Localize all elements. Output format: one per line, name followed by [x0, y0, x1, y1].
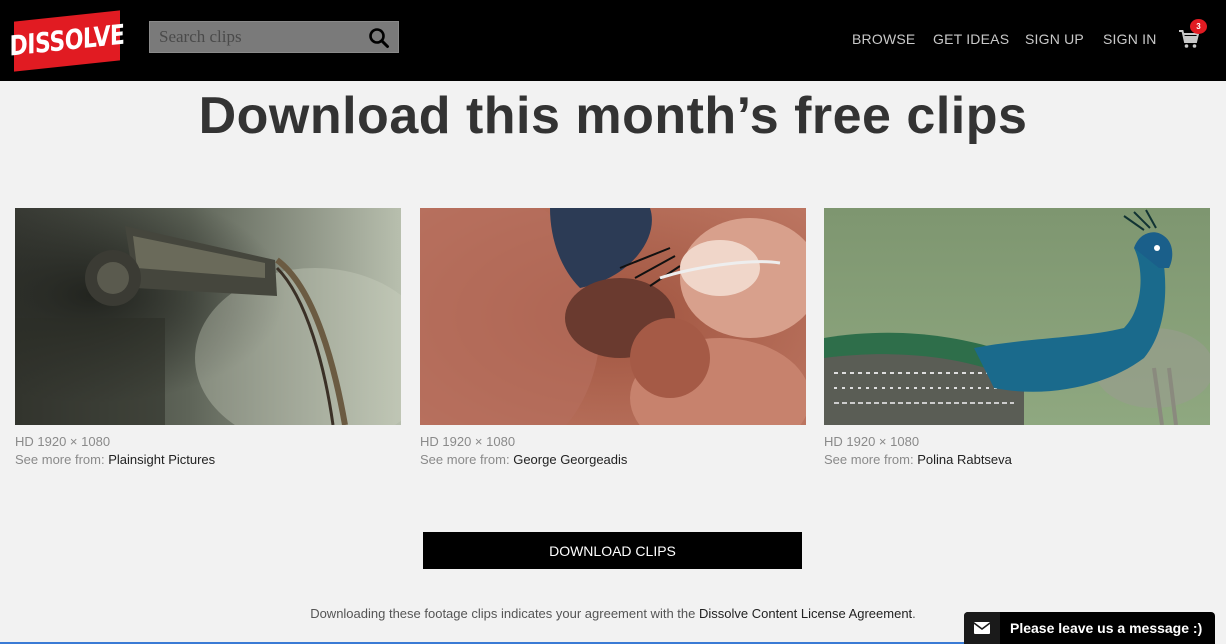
see-more-label: See more from:	[824, 452, 914, 467]
clip-source: See more from: Plainsight Pictures	[15, 451, 401, 469]
nav-sign-up[interactable]: SIGN UP	[1025, 31, 1084, 47]
envelope-icon	[964, 612, 1000, 644]
cart-count-badge: 3	[1190, 19, 1207, 34]
clip-card: HD 1920 × 1080 See more from: Plainsight…	[15, 208, 401, 469]
clip-source: See more from: Polina Rabtseva	[824, 451, 1210, 469]
nav-sign-in[interactable]: SIGN IN	[1103, 31, 1157, 47]
clip-author-link[interactable]: Plainsight Pictures	[108, 452, 215, 467]
page-title: Download this month’s free clips	[198, 87, 1028, 145]
chat-widget[interactable]: Please leave us a message :)	[964, 612, 1215, 644]
clip-card: HD 1920 × 1080 See more from: George Geo…	[420, 208, 806, 469]
site-header: DISSOLVE BROWSE GET IDEAS SIGN UP SIGN I…	[0, 0, 1226, 81]
dissolve-logo[interactable]: DISSOLVE	[10, 10, 124, 72]
search-box	[149, 21, 399, 53]
clip-author-link[interactable]: Polina Rabtseva	[917, 452, 1012, 467]
download-clips-button[interactable]: DOWNLOAD CLIPS	[423, 532, 802, 569]
clip-author-link[interactable]: George Georgeadis	[513, 452, 627, 467]
chat-label: Please leave us a message :)	[1010, 620, 1203, 636]
search-icon[interactable]	[368, 27, 390, 49]
clip-thumbnail[interactable]	[15, 208, 401, 425]
nav-get-ideas[interactable]: GET IDEAS	[933, 31, 1009, 47]
license-agreement-link[interactable]: Dissolve Content License Agreement	[699, 606, 912, 621]
license-notice-text: Downloading these footage clips indicate…	[310, 606, 699, 621]
clip-resolution: HD 1920 × 1080	[15, 434, 111, 449]
clip-resolution: HD 1920 × 1080	[420, 434, 516, 449]
logo-text: DISSOLVE	[9, 19, 125, 63]
clip-resolution: HD 1920 × 1080	[824, 434, 920, 449]
license-notice-period: .	[912, 606, 916, 621]
clip-thumbnail[interactable]	[824, 208, 1210, 425]
see-more-label: See more from:	[15, 452, 105, 467]
clip-card: HD 1920 × 1080 See more from: Polina Rab…	[824, 208, 1210, 469]
clip-thumbnail[interactable]	[420, 208, 806, 425]
search-input[interactable]	[150, 22, 360, 52]
clip-source: See more from: George Georgeadis	[420, 451, 806, 469]
see-more-label: See more from:	[420, 452, 510, 467]
nav-browse[interactable]: BROWSE	[852, 31, 915, 47]
